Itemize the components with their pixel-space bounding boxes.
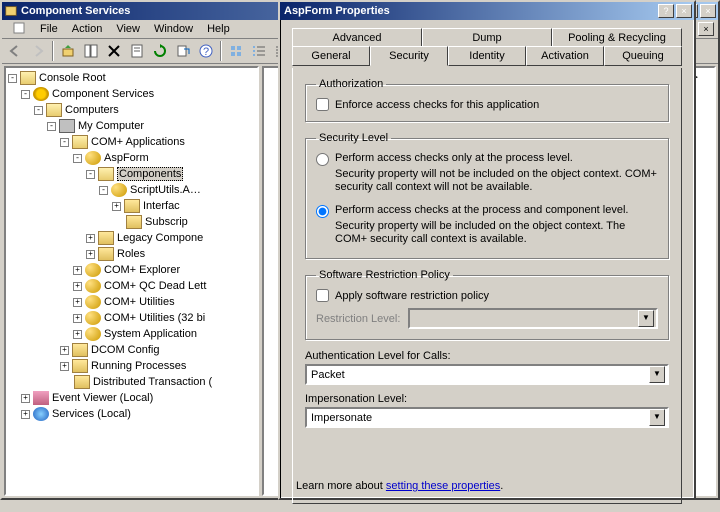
tree-running-processes[interactable]: +Running Processes	[8, 358, 255, 374]
close-button[interactable]: ×	[700, 4, 716, 18]
seclevel-component-desc: Security property will be included on th…	[335, 220, 658, 246]
authorization-legend: Authorization	[316, 78, 386, 90]
tree-component-services[interactable]: -Component Services	[8, 86, 255, 102]
srp-legend: Software Restriction Policy	[316, 269, 453, 281]
srp-level-select: ▼	[408, 308, 658, 329]
delete-button[interactable]	[103, 40, 125, 62]
impersonation-select[interactable]: Impersonate ▼	[305, 407, 669, 428]
refresh-button[interactable]	[149, 40, 171, 62]
view-list-button[interactable]	[248, 40, 270, 62]
dialog-titlebar[interactable]: AspForm Properties ? ×	[280, 2, 694, 20]
seclevel-process-desc: Security property will not be included o…	[335, 168, 658, 194]
enforce-access-checkbox[interactable]: Enforce access checks for this applicati…	[316, 98, 658, 111]
security-level-legend: Security Level	[316, 132, 391, 144]
tree-interfaces[interactable]: +Interfac	[8, 198, 255, 214]
tab-general[interactable]: General	[292, 46, 370, 66]
tree-services[interactable]: +Services (Local)	[8, 406, 255, 422]
help-button[interactable]: ?	[195, 40, 217, 62]
svg-text:?: ?	[203, 46, 209, 58]
dialog-help-button[interactable]: ?	[658, 4, 674, 18]
tree-legacy[interactable]: +Legacy Compone	[8, 230, 255, 246]
tree-components[interactable]: -Components	[8, 166, 255, 182]
tree-com-applications[interactable]: -COM+ Applications	[8, 134, 255, 150]
show-tree-button[interactable]	[80, 40, 102, 62]
tree-roles[interactable]: +Roles	[8, 246, 255, 262]
tree-com-utilities-32[interactable]: +COM+ Utilities (32 bi	[8, 310, 255, 326]
tree-event-viewer[interactable]: +Event Viewer (Local)	[8, 390, 255, 406]
tree-scriptutils[interactable]: -ScriptUtils.A…	[8, 182, 255, 198]
tab-queuing[interactable]: Queuing	[604, 46, 682, 66]
back-button[interactable]	[4, 40, 26, 62]
menu-help[interactable]: Help	[201, 21, 236, 37]
seclevel-process-input[interactable]	[316, 153, 329, 166]
tab-activation[interactable]: Activation	[526, 46, 604, 66]
impersonation-label: Impersonation Level:	[305, 393, 669, 405]
software-restriction-group: Software Restriction Policy Apply softwa…	[305, 269, 669, 340]
properties-dialog: AspForm Properties ? × Advanced Dump Poo…	[278, 0, 696, 500]
enforce-access-input[interactable]	[316, 98, 329, 111]
menu-window[interactable]: Window	[148, 21, 199, 37]
seclevel-component-radio[interactable]: Perform access checks at the process and…	[316, 204, 658, 218]
tree-console-root[interactable]: -Console Root	[8, 70, 255, 86]
srp-level-label: Restriction Level:	[316, 313, 400, 325]
srp-apply-input[interactable]	[316, 289, 329, 302]
menu-action[interactable]: Action	[66, 21, 109, 37]
tree-dtc[interactable]: Distributed Transaction (	[8, 374, 255, 390]
auth-level-select[interactable]: Packet ▼	[305, 364, 669, 385]
tree-system-application[interactable]: +System Application	[8, 326, 255, 342]
tab-panel-security: Authorization Enforce access checks for …	[292, 68, 682, 504]
learn-more: Learn more about setting these propertie…	[296, 480, 503, 492]
chevron-down-icon: ▼	[638, 310, 654, 327]
chevron-down-icon[interactable]: ▼	[649, 409, 665, 426]
view-large-button[interactable]	[225, 40, 247, 62]
tree-aspform[interactable]: -AspForm	[8, 150, 255, 166]
tab-advanced[interactable]: Advanced	[292, 28, 422, 48]
tab-identity[interactable]: Identity	[448, 46, 526, 66]
tab-pooling[interactable]: Pooling & Recycling	[552, 28, 682, 48]
menu-file[interactable]: File	[34, 21, 64, 37]
menu-view[interactable]: View	[110, 21, 146, 37]
chevron-down-icon[interactable]: ▼	[649, 366, 665, 383]
tab-dump[interactable]: Dump	[422, 28, 552, 48]
tab-security[interactable]: Security	[370, 46, 448, 66]
tree-com-utilities[interactable]: +COM+ Utilities	[8, 294, 255, 310]
tree-com-explorer[interactable]: +COM+ Explorer	[8, 262, 255, 278]
tree-com-qc[interactable]: +COM+ QC Dead Lett	[8, 278, 255, 294]
forward-button[interactable]	[27, 40, 49, 62]
srp-apply-checkbox[interactable]: Apply software restriction policy	[316, 289, 658, 302]
app-icon	[4, 4, 18, 18]
tabstrip: Advanced Dump Pooling & Recycling Genera…	[292, 28, 682, 68]
authorization-group: Authorization Enforce access checks for …	[305, 78, 669, 122]
tree-computers[interactable]: -Computers	[8, 102, 255, 118]
doc-icon	[6, 19, 32, 40]
learn-more-link[interactable]: setting these properties	[386, 480, 500, 492]
security-level-group: Security Level Perform access checks onl…	[305, 132, 669, 259]
properties-button[interactable]	[126, 40, 148, 62]
seclevel-process-radio[interactable]: Perform access checks only at the proces…	[316, 152, 658, 166]
seclevel-component-input[interactable]	[316, 205, 329, 218]
tree-dcom-config[interactable]: +DCOM Config	[8, 342, 255, 358]
tree-subscriptions[interactable]: Subscrip	[8, 214, 255, 230]
mdi-close-button[interactable]: ×	[698, 22, 714, 36]
export-button[interactable]	[172, 40, 194, 62]
tree-my-computer[interactable]: -My Computer	[8, 118, 255, 134]
auth-level-label: Authentication Level for Calls:	[305, 350, 669, 362]
dialog-close-button[interactable]: ×	[676, 4, 692, 18]
up-button[interactable]	[57, 40, 79, 62]
dialog-title: AspForm Properties	[282, 5, 658, 17]
tree-pane[interactable]: -Console Root -Component Services -Compu…	[4, 66, 259, 496]
